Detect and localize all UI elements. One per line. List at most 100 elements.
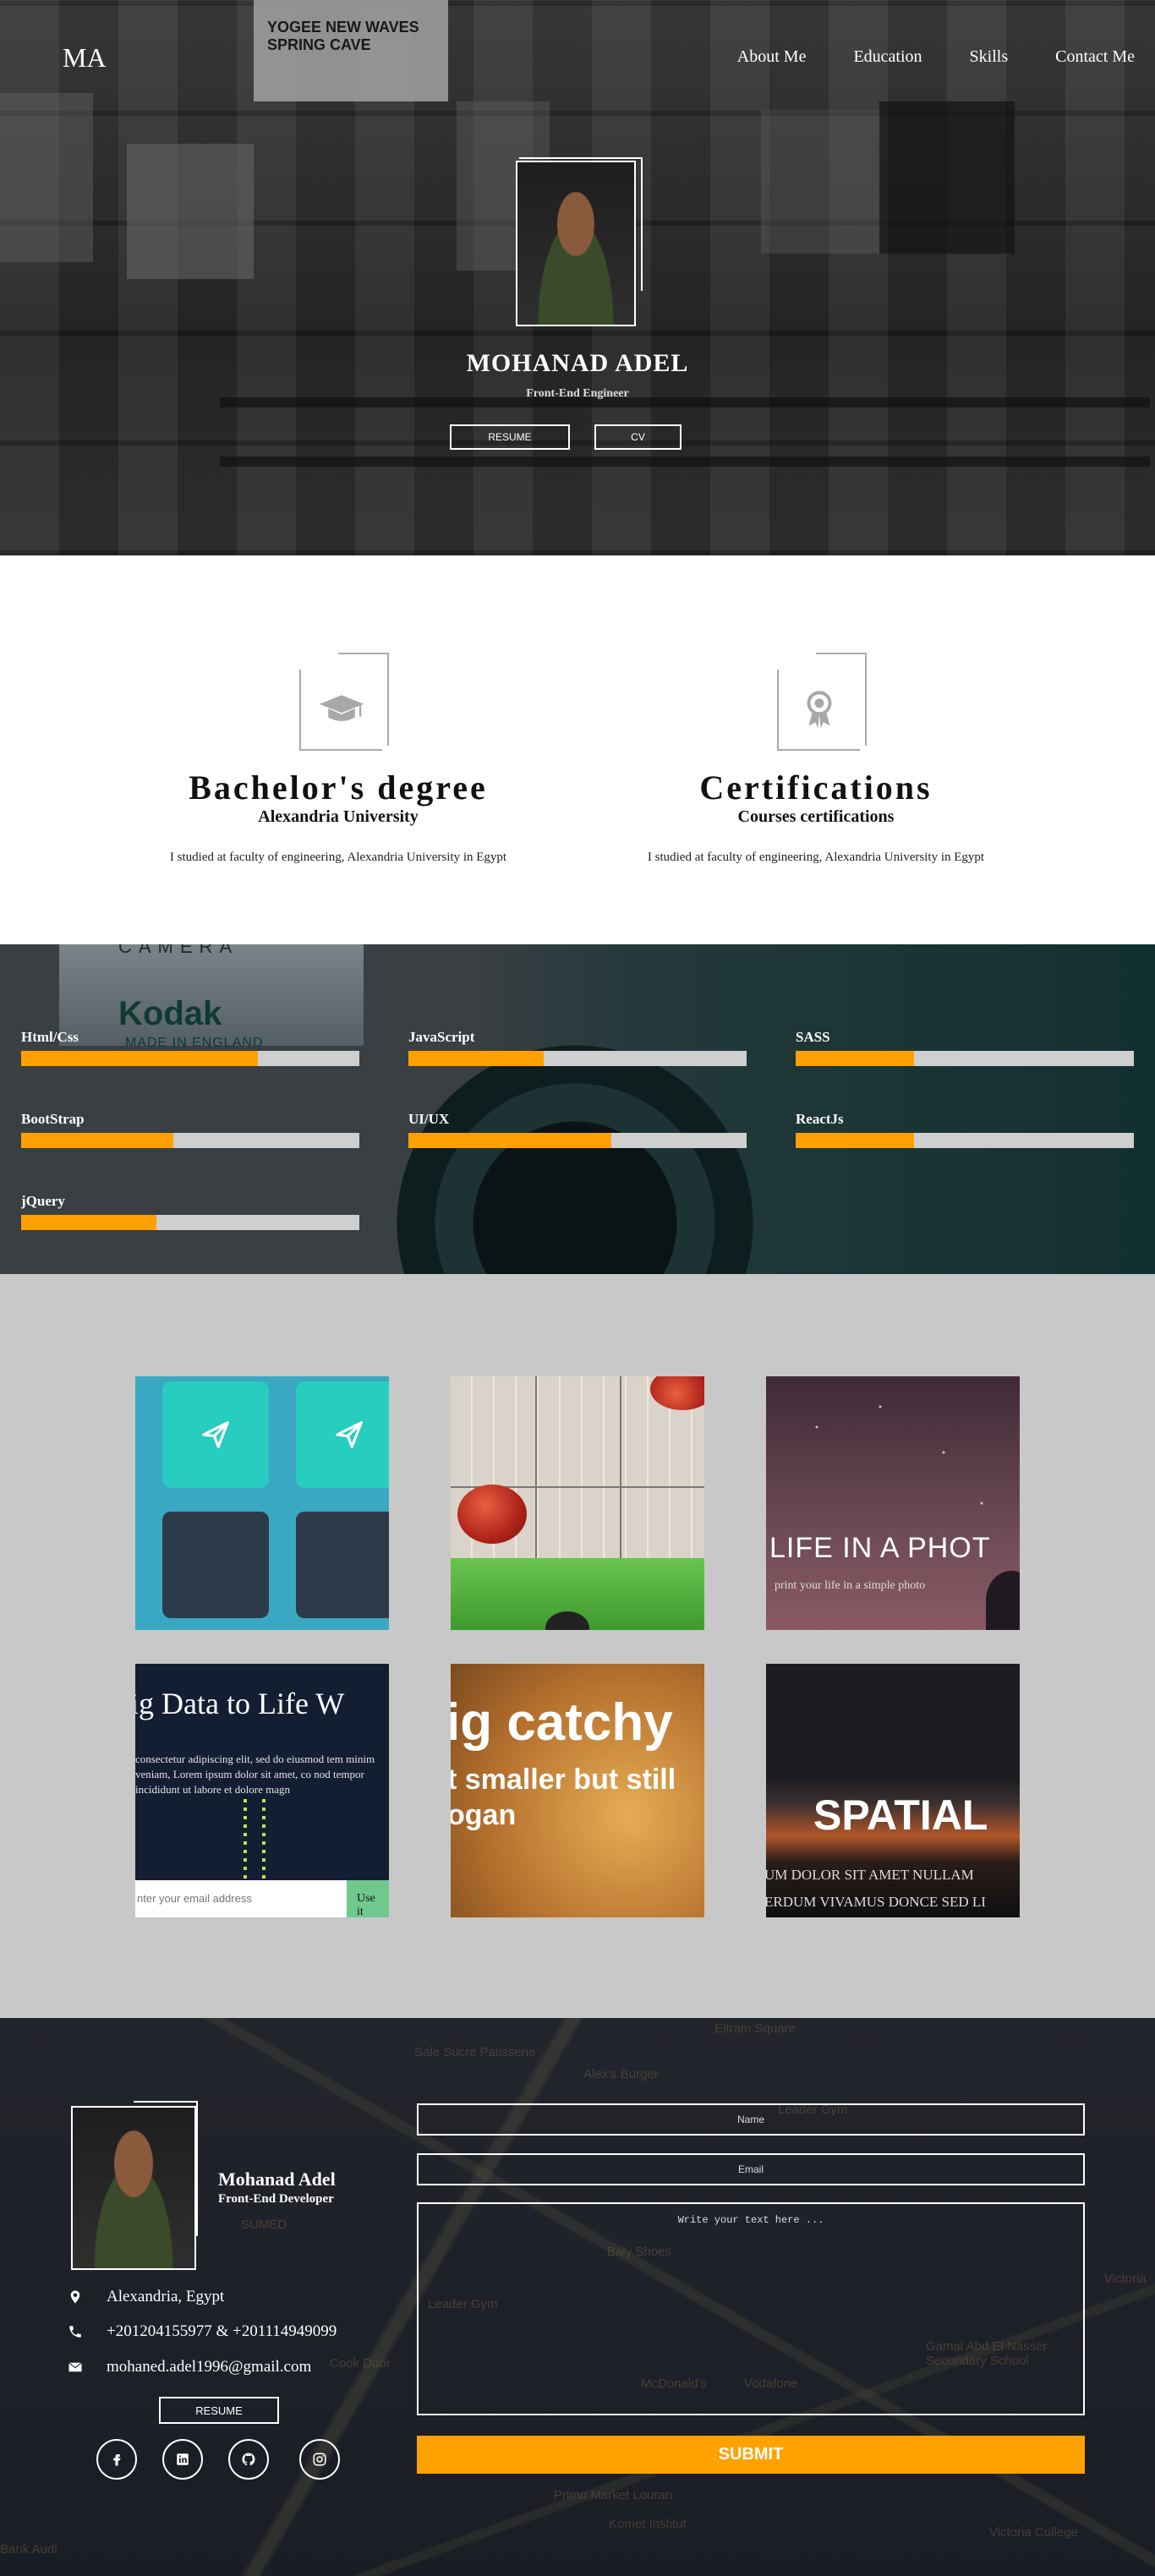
facebook-icon[interactable] [96, 2439, 137, 2480]
portfolio-tile-photo-life[interactable]: LIFE IN A PHOT print your life in a simp… [766, 1376, 1020, 1630]
page: YOGEE NEW WAVES SPRING CAVE MA About Me … [0, 0, 1155, 2576]
github-icon[interactable] [228, 2439, 269, 2480]
main-nav: About Me Education Skills Contact Me [737, 47, 1135, 67]
kodak-logo: Kodak [118, 995, 222, 1032]
skill-bar-fill [21, 1133, 173, 1148]
ladybug-icon [457, 1485, 527, 1544]
certifications-title: Certifications [699, 768, 933, 807]
skill-label: Html/Css [21, 1029, 79, 1045]
camera-label: CAMERA [118, 944, 239, 957]
skill-bar-fill [408, 1051, 544, 1066]
certifications-subtitle: Courses certifications [737, 807, 895, 826]
tile-title: ig catchy [451, 1693, 673, 1752]
site-logo[interactable]: MA [63, 42, 107, 74]
phone-text: +201204155977 & +201114949099 [107, 2322, 337, 2340]
certificate-icon [794, 683, 845, 734]
education-subtitle: Alexandria University [258, 807, 419, 826]
skill-item: ReactJs [796, 1111, 1134, 1148]
education-card: Bachelor's degree Alexandria University … [101, 653, 575, 865]
tile-subtitle: t smaller but still [451, 1764, 676, 1796]
skill-item: Html/Css [21, 1029, 359, 1066]
map-pin-icon [70, 2290, 80, 2304]
tile-subtitle: print your life in a simple photo [775, 1579, 926, 1592]
message-textarea[interactable]: Write your text here ... [417, 2202, 1085, 2415]
email-input[interactable]: Email [417, 2153, 1085, 2185]
tile-body: consectetur adipiscing elit, sed do eius… [135, 1753, 375, 1796]
skill-item: JavaScript [408, 1029, 747, 1066]
profile-photo [516, 161, 636, 326]
portfolio-tile-catchy[interactable]: ig catchy t smaller but still ogan [451, 1664, 704, 1917]
email-field[interactable]: nter your email address [135, 1880, 347, 1917]
skill-item: SASS [796, 1029, 1134, 1066]
graduation-cap-icon [316, 683, 367, 734]
hero-section: YOGEE NEW WAVES SPRING CAVE MA About Me … [0, 0, 1155, 555]
skill-bar [796, 1133, 1134, 1148]
skill-item: UI/UX [408, 1111, 747, 1148]
contact-section: Eltram Square Sale Sucre Patisserie Alex… [0, 2018, 1155, 2576]
name-input[interactable]: Name [417, 2103, 1085, 2136]
instagram-icon[interactable] [299, 2439, 340, 2480]
icon-frame [287, 653, 389, 754]
email-row: mohaned.adel1996@gmail.com [68, 2358, 311, 2376]
certifications-card: Certifications Courses certifications I … [579, 653, 1053, 865]
nav-contact-me[interactable]: Contact Me [1055, 47, 1135, 67]
email-text: mohaned.adel1996@gmail.com [107, 2358, 312, 2376]
skill-bar [796, 1051, 1134, 1066]
envelope-icon [68, 2362, 82, 2372]
skill-bar-fill [796, 1133, 914, 1148]
skill-bar [21, 1051, 359, 1066]
certifications-text: I studied at faculty of engineering, Ale… [647, 850, 985, 864]
submit-button[interactable]: SUBMIT [417, 2436, 1085, 2474]
portfolio-tile-spatial[interactable]: SPATIAL UM DOLOR SIT AMET NULLAM ERDUM V… [766, 1664, 1020, 1917]
tile-line: ERDUM VIVAMUS DONCE SED LI [766, 1894, 986, 1910]
tile-subtitle: ogan [451, 1799, 517, 1831]
hero-role: Front-End Engineer [526, 387, 629, 400]
education-title: Bachelor's degree [189, 768, 488, 807]
portfolio-section: LIFE IN A PHOT print your life in a simp… [0, 1274, 1155, 2018]
skill-bar-fill [21, 1215, 156, 1230]
skill-bar-fill [796, 1051, 914, 1066]
skill-item: BootStrap [21, 1111, 359, 1148]
skill-label: SASS [796, 1029, 830, 1045]
skill-label: jQuery [21, 1193, 65, 1209]
footer-name: Mohanad Adel [218, 2169, 336, 2190]
portfolio-tile-messaging-app[interactable] [135, 1376, 389, 1630]
skill-bar [21, 1215, 359, 1230]
send-icon [296, 1381, 389, 1488]
skill-label: BootStrap [21, 1111, 85, 1127]
education-text: I studied at faculty of engineering, Ale… [169, 850, 507, 864]
nav-skills[interactable]: Skills [970, 47, 1009, 67]
footer-role: Front-End Developer [218, 2192, 334, 2206]
skill-bar-fill [21, 1051, 258, 1066]
skill-label: JavaScript [408, 1029, 475, 1045]
skill-label: ReactJs [796, 1111, 844, 1127]
skill-bar [408, 1133, 747, 1148]
phone-icon [69, 2326, 81, 2338]
skill-label: UI/UX [408, 1111, 450, 1127]
portfolio-tile-big-data[interactable]: ig Data to Life W consectetur adipiscing… [135, 1664, 389, 1917]
hero-name: MOHANAD ADEL [466, 349, 689, 377]
location-text: Alexandria, Egypt [107, 2288, 225, 2305]
cv-button[interactable]: CV [594, 424, 682, 450]
location-row: Alexandria, Egypt [68, 2288, 224, 2306]
resume-button[interactable]: RESUME [450, 424, 570, 450]
portfolio-tile-game[interactable] [451, 1376, 704, 1630]
skill-item: jQuery [21, 1193, 359, 1230]
education-section: Bachelor's degree Alexandria University … [0, 555, 1155, 944]
footer-photo-frame [134, 2101, 198, 2236]
phone-row: +201204155977 & +201114949099 [68, 2322, 337, 2341]
skill-bar [408, 1051, 747, 1066]
icon-frame [765, 653, 867, 754]
use-it-button[interactable]: Use it [347, 1880, 389, 1917]
tile-line: UM DOLOR SIT AMET NULLAM [766, 1867, 974, 1883]
dark-tile [162, 1512, 269, 1618]
skill-bar [21, 1133, 359, 1148]
send-icon [162, 1381, 269, 1488]
tile-title: ig Data to Life W [135, 1687, 345, 1720]
tile-title: LIFE IN A PHOT [769, 1532, 991, 1564]
dark-tile [296, 1512, 389, 1618]
nav-about-me[interactable]: About Me [737, 47, 807, 67]
linkedin-icon[interactable] [162, 2439, 203, 2480]
nav-education[interactable]: Education [853, 47, 922, 67]
footer-resume-button[interactable]: RESUME [159, 2397, 279, 2424]
